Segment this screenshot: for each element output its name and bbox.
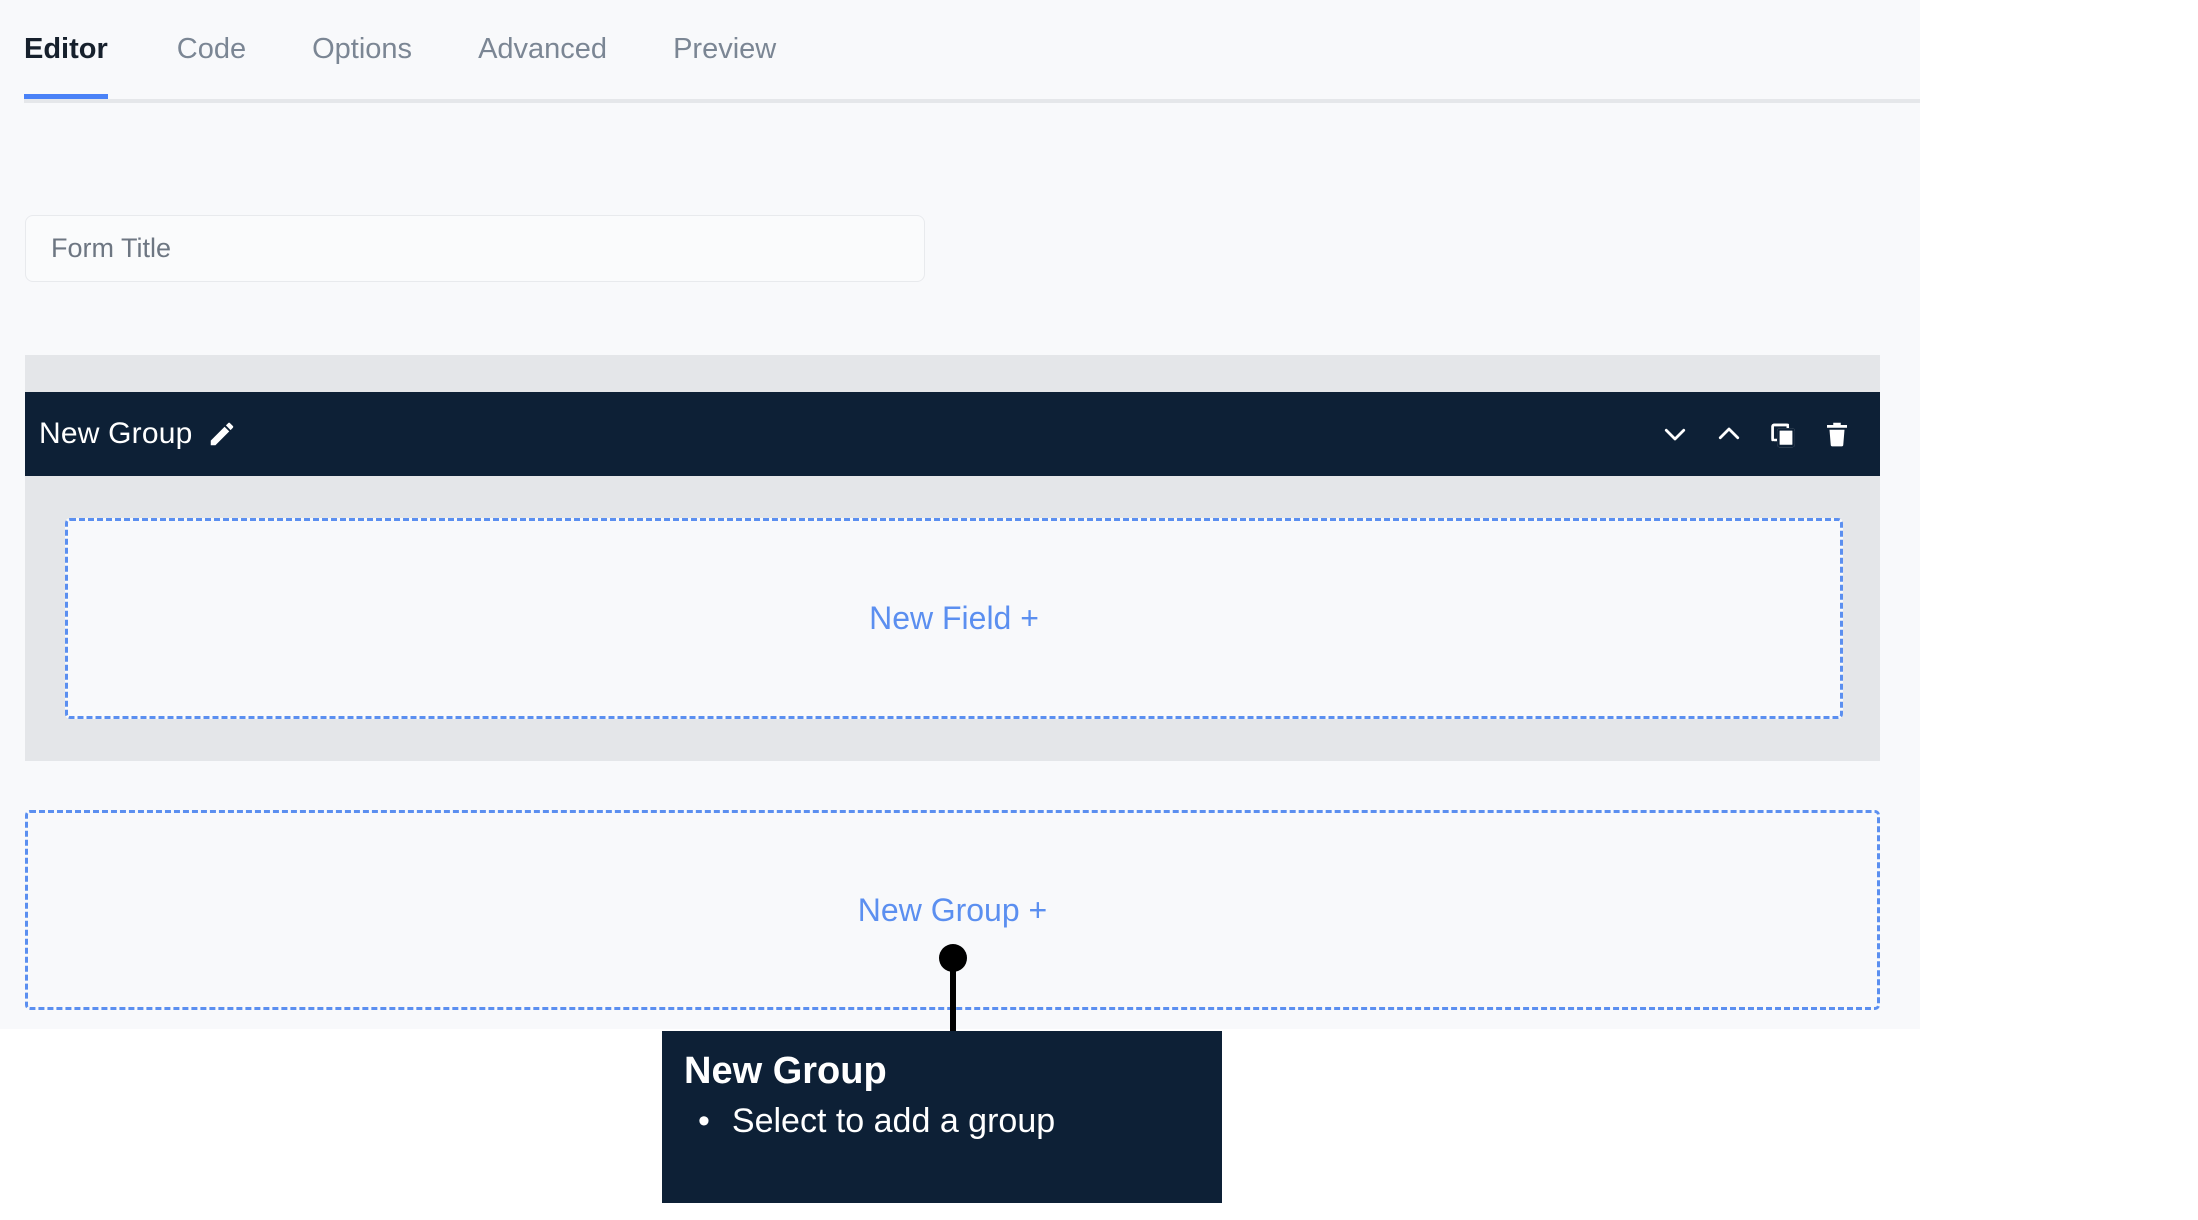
- tab-list: Editor Code Options Advanced Preview: [24, 0, 809, 99]
- tab-options-label: Options: [312, 33, 413, 65]
- group-body: New Field +: [25, 476, 1880, 761]
- new-group-label: New Group +: [857, 891, 1048, 928]
- chevron-up-icon[interactable]: [1709, 414, 1749, 454]
- tab-code[interactable]: Code: [144, 0, 279, 99]
- chevron-down-icon[interactable]: [1655, 414, 1695, 454]
- tab-code-label: Code: [176, 33, 247, 65]
- callout-list-item: • Select to add a group: [684, 1100, 1222, 1143]
- group-top-strip: [25, 355, 1880, 392]
- new-field-button[interactable]: New Field +: [65, 518, 1843, 719]
- new-field-label: New Field +: [869, 600, 1039, 636]
- tab-bar-divider: [24, 99, 1920, 103]
- pencil-icon[interactable]: [207, 419, 237, 449]
- callout-title: New Group: [684, 1050, 887, 1092]
- tab-options[interactable]: Options: [279, 0, 445, 99]
- callout-tooltip: New Group • Select to add a group: [662, 1031, 1222, 1203]
- callout-pointer-dot: [939, 944, 967, 972]
- group-name-label: New Group: [39, 417, 193, 450]
- group-header: New Group: [25, 392, 1880, 476]
- tab-editor-label: Editor: [24, 33, 108, 65]
- form-title-input[interactable]: [25, 215, 925, 282]
- callout-list: • Select to add a group: [684, 1100, 1222, 1143]
- callout-item-text: Select to add a group: [731, 1101, 1056, 1140]
- callout-bullet: •: [698, 1101, 710, 1140]
- form-editor-panel: Editor Code Options Advanced Preview New…: [0, 0, 1920, 1029]
- tab-editor[interactable]: Editor: [24, 0, 144, 99]
- tab-preview[interactable]: Preview: [640, 0, 809, 99]
- group-header-left: New Group: [39, 417, 237, 451]
- tab-advanced[interactable]: Advanced: [445, 0, 640, 99]
- tab-bar: Editor Code Options Advanced Preview: [0, 0, 1920, 104]
- tab-advanced-label: Advanced: [478, 33, 608, 65]
- trash-icon[interactable]: [1817, 414, 1857, 454]
- copy-icon[interactable]: [1763, 414, 1803, 454]
- tab-preview-label: Preview: [673, 33, 777, 65]
- group-card: New Group New Field +: [25, 355, 1880, 761]
- group-header-actions: [1655, 414, 1857, 454]
